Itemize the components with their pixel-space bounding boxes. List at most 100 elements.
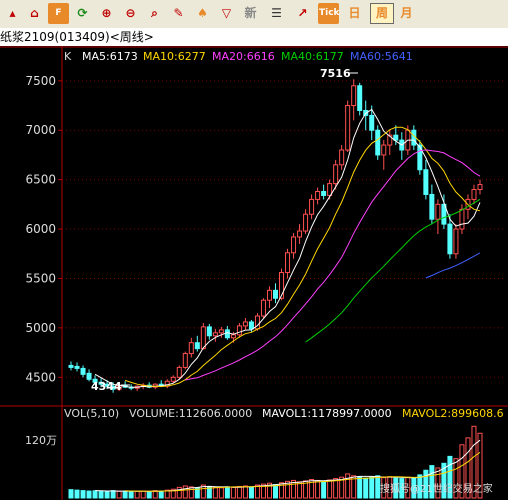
volume-bar[interactable]	[86, 490, 92, 499]
candle[interactable]	[297, 230, 303, 238]
zoom-out-icon[interactable]: ⊖	[120, 3, 141, 24]
candle[interactable]	[375, 129, 381, 156]
candle[interactable]	[224, 329, 230, 339]
news-icon[interactable]: 新	[240, 3, 261, 24]
volume-bar[interactable]	[146, 491, 152, 499]
volume-bar[interactable]	[74, 489, 80, 499]
candle[interactable]	[333, 164, 339, 185]
volume-bar[interactable]	[68, 489, 74, 499]
volume-bar[interactable]	[98, 491, 104, 499]
candle[interactable]	[182, 353, 188, 368]
y-tick-label: 4500	[25, 370, 56, 384]
volume-bar[interactable]	[224, 486, 230, 499]
volume-bar[interactable]	[128, 491, 134, 499]
candle[interactable]	[429, 193, 435, 220]
bell-icon[interactable]: ♠	[192, 3, 213, 24]
volume-bar[interactable]	[236, 485, 242, 499]
volume-bar[interactable]	[176, 486, 182, 499]
candle[interactable]	[291, 236, 297, 254]
volume-bar[interactable]	[242, 485, 248, 499]
candle[interactable]	[248, 321, 254, 330]
candle[interactable]	[381, 144, 387, 156]
volume-bar[interactable]	[357, 476, 363, 499]
volume-bar[interactable]	[272, 484, 279, 499]
candle[interactable]	[309, 198, 315, 215]
candle[interactable]	[170, 376, 176, 382]
volume-bar[interactable]	[158, 490, 164, 499]
candle[interactable]	[74, 365, 80, 369]
volume-bar[interactable]	[248, 486, 254, 499]
volume-bar[interactable]	[134, 490, 140, 499]
candle[interactable]	[176, 366, 182, 378]
candle[interactable]	[194, 342, 200, 350]
draw-icon[interactable]: ✎	[168, 3, 189, 24]
week-icon[interactable]: 周	[370, 3, 394, 24]
zoom-in-icon[interactable]: ⊕	[96, 3, 117, 24]
candle[interactable]	[435, 203, 441, 220]
y-tick-label: 7500	[25, 74, 56, 88]
volume-bar[interactable]	[230, 486, 236, 499]
volume-bar[interactable]	[327, 479, 333, 499]
candle[interactable]	[260, 299, 266, 317]
refresh-icon[interactable]: ⟳	[72, 3, 93, 24]
volume-value: VOLUME:112606.0000	[129, 407, 252, 420]
candle[interactable]	[266, 289, 272, 301]
day-icon[interactable]: 日	[344, 3, 365, 24]
volume-bar[interactable]	[333, 478, 339, 499]
candle[interactable]	[459, 208, 465, 230]
volume-bar[interactable]	[363, 477, 369, 499]
volume-bar[interactable]	[116, 490, 122, 499]
volume-bar[interactable]	[80, 490, 86, 499]
f10-icon[interactable]: F	[48, 3, 69, 24]
candle[interactable]	[477, 184, 483, 191]
up-icon[interactable]: ▴	[2, 3, 23, 24]
volume-bar[interactable]	[315, 479, 321, 499]
filter-icon[interactable]: ▽	[216, 3, 237, 24]
candle[interactable]	[218, 329, 224, 334]
home-icon[interactable]: ⌂	[24, 3, 45, 24]
candle[interactable]	[315, 191, 321, 200]
candle[interactable]	[423, 169, 429, 195]
candle[interactable]	[272, 289, 279, 299]
candle[interactable]	[471, 189, 477, 200]
candle[interactable]	[345, 105, 351, 151]
candle[interactable]	[339, 149, 345, 166]
candle[interactable]	[242, 321, 248, 327]
candle[interactable]	[447, 223, 453, 255]
candle[interactable]	[206, 326, 212, 337]
trend-icon[interactable]: ↗	[292, 3, 313, 24]
candle[interactable]	[230, 334, 236, 339]
volume-bar[interactable]	[297, 481, 303, 499]
candle[interactable]	[453, 228, 459, 255]
volume-bar[interactable]	[218, 487, 224, 499]
candle[interactable]	[236, 325, 242, 336]
candle[interactable]	[357, 85, 363, 111]
candle[interactable]	[80, 367, 86, 375]
candle[interactable]	[86, 372, 92, 380]
list-icon[interactable]: ☰	[266, 3, 287, 24]
candle[interactable]	[68, 364, 74, 368]
candle[interactable]	[351, 85, 357, 107]
candle[interactable]	[303, 213, 309, 232]
volume-bar[interactable]	[104, 490, 110, 499]
volume-bar[interactable]	[212, 486, 218, 499]
volume-bar[interactable]	[369, 476, 375, 499]
candle[interactable]	[285, 252, 291, 274]
volume-bar[interactable]	[110, 490, 116, 499]
candle[interactable]	[369, 114, 375, 131]
volume-bar[interactable]	[321, 480, 327, 499]
legend-ma10: MA10:6277	[143, 50, 206, 63]
candle[interactable]	[188, 342, 194, 355]
tick-icon[interactable]: Tick	[318, 3, 340, 24]
volume-bar[interactable]	[92, 490, 98, 499]
candle[interactable]	[321, 191, 327, 196]
volume-bar[interactable]	[140, 490, 146, 499]
candle[interactable]	[200, 326, 206, 350]
y-tick-label: 6500	[25, 173, 56, 187]
volume-bar[interactable]	[122, 490, 128, 499]
month-icon[interactable]: 月	[396, 3, 417, 24]
search-icon[interactable]: ⌕	[144, 3, 165, 24]
kline-chart[interactable]: 4500 5000 5500 6000 6500 7000 7500 K MA5:6173 …	[0, 46, 508, 500]
volume-bar[interactable]	[182, 485, 188, 499]
candle[interactable]	[212, 332, 218, 337]
